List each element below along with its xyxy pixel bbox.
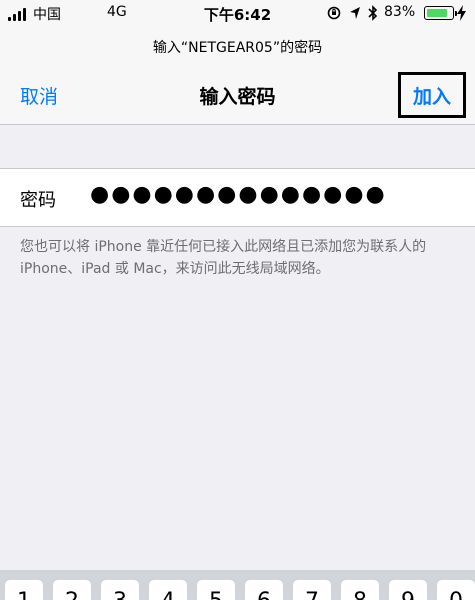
keyboard-key-2[interactable]: 2 xyxy=(53,580,91,600)
keyboard-key-9[interactable]: 9 xyxy=(389,580,427,600)
join-button[interactable]: 加入 xyxy=(398,72,466,118)
navigation-bar: 取消 输入密码 加入 xyxy=(0,72,475,118)
keyboard-key-1[interactable]: 1 xyxy=(5,580,43,600)
header-area: 中国 4G 下午6:42 83% 输入“NETGEAR05”的密码 取消 输入密… xyxy=(0,0,475,125)
status-bar: 中国 4G 下午6:42 83% xyxy=(0,0,475,28)
keyboard: 1234567890 xyxy=(0,570,475,600)
join-button-label: 加入 xyxy=(412,85,451,108)
keyboard-key-4[interactable]: 4 xyxy=(149,580,187,600)
password-field-row[interactable]: 密码 ●●●●●●●●●●●●●● xyxy=(0,168,475,227)
battery-level-fill xyxy=(427,9,447,17)
keyboard-key-0[interactable]: 0 xyxy=(437,580,475,600)
sharing-hint-text: 您也可以将 iPhone 靠近任何已接入此网络且已添加您为联系人的 iPhone… xyxy=(20,239,427,277)
location-icon xyxy=(350,7,360,19)
bluetooth-icon xyxy=(368,5,378,21)
network-password-prompt: 输入“NETGEAR05”的密码 xyxy=(152,40,323,56)
battery-icon xyxy=(424,6,457,20)
battery-percentage: 83% xyxy=(384,4,416,20)
password-label: 密码 xyxy=(20,190,56,211)
charging-bolt-icon xyxy=(457,5,466,21)
rotation-lock-icon xyxy=(327,6,341,20)
keyboard-key-6[interactable]: 6 xyxy=(245,580,283,600)
password-input[interactable]: ●●●●●●●●●●●●●● xyxy=(90,182,387,207)
keyboard-key-5[interactable]: 5 xyxy=(197,580,235,600)
keyboard-key-8[interactable]: 8 xyxy=(341,580,379,600)
keyboard-key-3[interactable]: 3 xyxy=(101,580,139,600)
keyboard-key-7[interactable]: 7 xyxy=(293,580,331,600)
